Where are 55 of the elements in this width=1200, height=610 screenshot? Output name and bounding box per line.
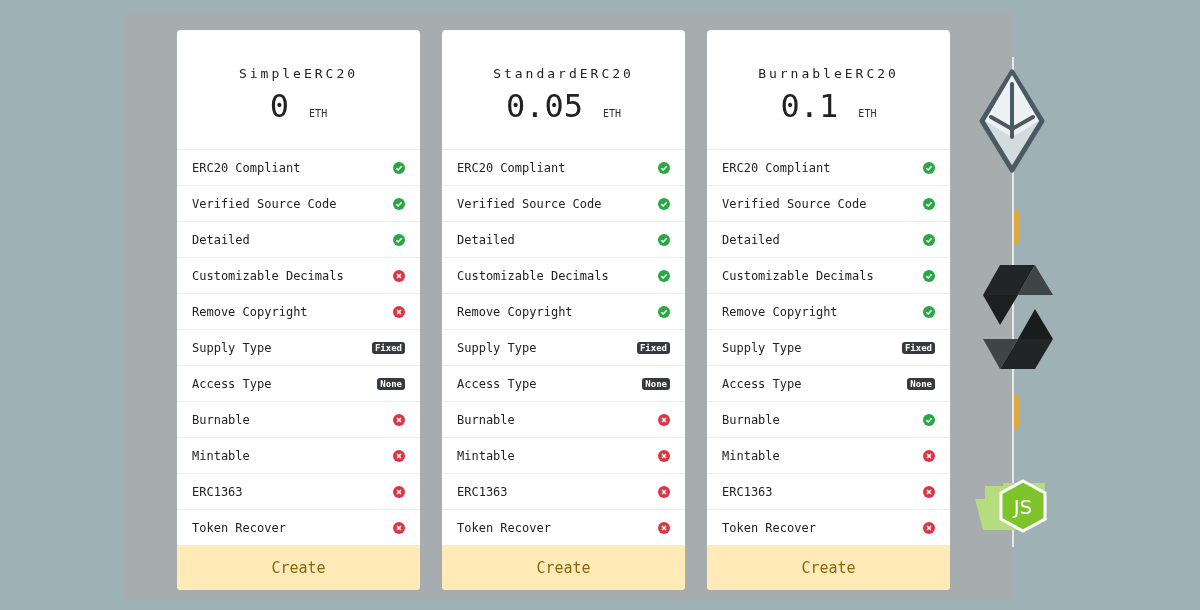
- currency-label: ETH: [309, 108, 328, 119]
- value-badge: None: [907, 377, 935, 390]
- feature-label: Burnable: [722, 412, 780, 427]
- feature-label: Mintable: [192, 448, 250, 463]
- feature-label: Detailed: [722, 232, 780, 247]
- coin-icon: [1014, 394, 1019, 430]
- plan-title: SimpleERC20: [238, 66, 359, 81]
- diamond-icon: [979, 69, 1045, 173]
- price-value: 0.05: [505, 87, 583, 125]
- feature-label: Remove Copyright: [192, 304, 308, 319]
- feature-label: Verified Source Code: [192, 196, 337, 211]
- currency-label: ETH: [603, 108, 622, 119]
- feature-label: Customizable Decimals: [457, 268, 609, 283]
- feature-label: Supply Type: [722, 340, 802, 355]
- feature-label: ERC1363: [722, 484, 773, 499]
- create-button[interactable]: Create: [707, 545, 950, 590]
- feature-label: Remove Copyright: [722, 304, 838, 319]
- price-value: 0: [269, 87, 290, 125]
- create-button[interactable]: Create: [442, 545, 685, 590]
- feature-label: Access Type: [457, 376, 537, 391]
- feature-label: Verified Source Code: [722, 196, 867, 211]
- create-button[interactable]: Create: [177, 545, 420, 590]
- feature-label: Token Recover: [192, 520, 286, 535]
- value-badge: None: [642, 377, 670, 390]
- feature-label: Supply Type: [192, 340, 272, 355]
- feature-label: Customizable Decimals: [192, 268, 344, 283]
- feature-label: ERC20 Compliant: [192, 160, 301, 175]
- feature-label: Mintable: [457, 448, 515, 463]
- feature-label: ERC20 Compliant: [457, 160, 566, 175]
- feature-label: Burnable: [457, 412, 515, 427]
- feature-label: Access Type: [722, 376, 802, 391]
- feature-label: ERC1363: [457, 484, 508, 499]
- feature-label: ERC20 Compliant: [722, 160, 831, 175]
- feature-label: Mintable: [722, 448, 780, 463]
- feature-label: Supply Type: [457, 340, 537, 355]
- currency-label: ETH: [858, 108, 877, 119]
- value-badge: None: [377, 377, 405, 390]
- price-value: 0.1: [780, 87, 839, 125]
- plan-title: StandardERC20: [493, 66, 634, 81]
- feature-label: Token Recover: [457, 520, 551, 535]
- feature-label: Access Type: [192, 376, 272, 391]
- feature-label: Token Recover: [722, 520, 816, 535]
- value-badge: Fixed: [636, 341, 670, 354]
- feature-label: Customizable Decimals: [722, 268, 874, 283]
- feature-label: ERC1363: [192, 484, 243, 499]
- coin-icon: [1014, 209, 1019, 245]
- plan-title: BurnableERC20: [758, 66, 899, 81]
- feature-label: Detailed: [457, 232, 515, 247]
- solidity-logo-icon: [983, 262, 1053, 372]
- feature-label: Detailed: [192, 232, 250, 247]
- feature-label: Verified Source Code: [457, 196, 602, 211]
- feature-label: Burnable: [192, 412, 250, 427]
- value-badge: Fixed: [371, 341, 405, 354]
- feature-label: Remove Copyright: [457, 304, 573, 319]
- value-badge: Fixed: [901, 341, 935, 354]
